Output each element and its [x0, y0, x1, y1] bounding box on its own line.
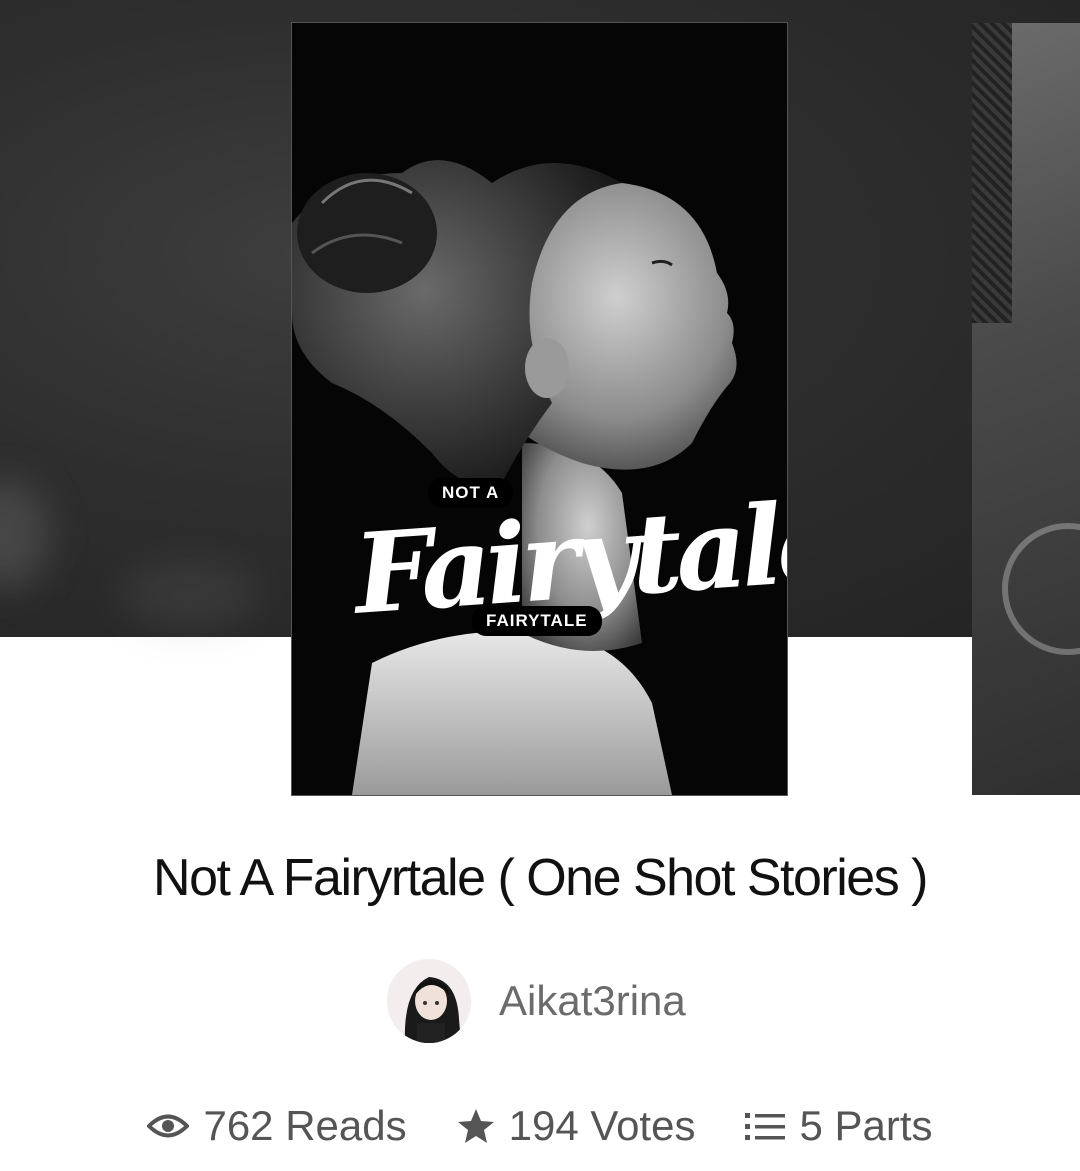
story-title: Not A Fairyrtale ( One Shot Stories ) [153, 849, 928, 907]
cover-label-bottom: FAIRYTALE [472, 606, 602, 636]
next-cover-pattern [972, 23, 1012, 323]
avatar[interactable] [387, 959, 471, 1043]
parts-count[interactable]: 5 Parts [799, 1102, 932, 1150]
parts-stat[interactable]: 5 Parts [745, 1102, 933, 1150]
author-row[interactable]: Aikat3rina [387, 958, 686, 1044]
next-cover-swirl [1002, 523, 1080, 655]
reads-stat: 762 Reads [147, 1102, 407, 1150]
story-stats: 762 Reads 194 Votes 5 Parts [0, 1098, 1080, 1154]
next-story-cover[interactable] [972, 23, 1080, 795]
story-cover[interactable]: Fairytale NOT A FAIRYTALE [292, 23, 787, 795]
votes-stat: 194 Votes [457, 1102, 696, 1150]
cover-label-top: NOT A [428, 478, 514, 508]
reads-count: 762 Reads [203, 1102, 407, 1149]
votes-count: 194 Votes [508, 1102, 696, 1149]
cover-photo [292, 23, 787, 795]
avatar-image [387, 959, 471, 1043]
author-name[interactable]: Aikat3rina [499, 977, 686, 1025]
eye-icon [147, 1111, 190, 1141]
star-icon [457, 1108, 495, 1144]
list-icon [745, 1110, 786, 1142]
